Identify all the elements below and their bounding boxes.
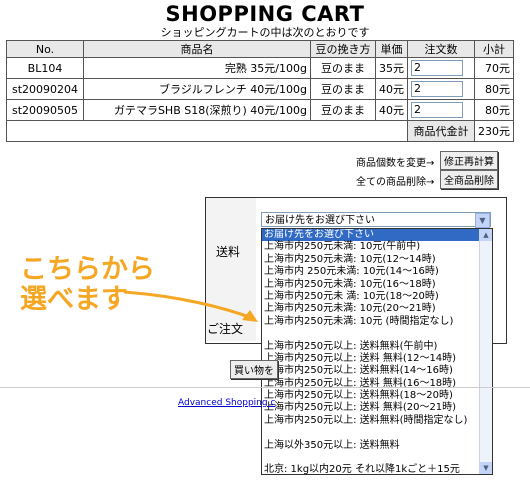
row-name: ブラジルフレンチ 40元/100g <box>83 78 311 100</box>
option-item[interactable]: 上海市内250元未満: 10元 (時間指定なし) <box>262 316 492 328</box>
option-item[interactable]: 上海市内250元以上: 送料無料(午前中) <box>262 341 492 353</box>
col-header-grind: 豆の挽き方 <box>310 40 376 58</box>
row-no: BL104 <box>6 57 84 79</box>
option-item[interactable]: 北京: 1kg以内20元 それ以降1kごと＋15元 <box>262 464 492 474</box>
row-qty-cell <box>407 78 475 100</box>
total-label: 商品代金計 <box>407 120 475 142</box>
row-subtotal: 80元 <box>474 99 514 121</box>
qty-input[interactable] <box>411 102 463 118</box>
option-item[interactable]: 上海市内250元未満: 10元(20〜21時) <box>262 303 492 315</box>
row-name: ガテマラSHB S18(深煎り) 40元/100g <box>83 99 311 121</box>
row-qty-cell <box>407 99 475 121</box>
row-no: st20090204 <box>6 78 84 100</box>
table-row: BL104 完熟 35元/100g 豆のまま 35元 70元 <box>6 57 514 79</box>
change-qty-label: 商品個数を変更→ <box>356 158 435 169</box>
cart-table: No. 商品名 豆の挽き方 単価 注文数 小計 BL104 完熟 35元/100… <box>6 40 514 142</box>
scroll-up-icon[interactable]: ▲ <box>480 229 492 241</box>
row-grind: 豆のまま <box>310 99 376 121</box>
option-item[interactable] <box>262 452 492 464</box>
option-item[interactable]: 上海市内250元以上: 送料無料(18〜20時) <box>262 390 492 402</box>
delete-all-button[interactable]: 全商品削除 <box>440 170 498 189</box>
option-item[interactable]: 上海市内250元以上: 送料 無料(20〜21時) <box>262 402 492 414</box>
option-item[interactable]: 上海以外350元以上: 送料無料 <box>262 440 492 452</box>
shipping-options-list[interactable]: お届け先をお選び下さい 上海市内250元未満: 10元(午前中) 上海市内250… <box>261 228 493 475</box>
table-row: st20090204 ブラジルフレンチ 40元/100g 豆のまま 40元 80… <box>6 78 514 100</box>
row-price: 40元 <box>375 99 408 121</box>
row-price: 40元 <box>375 78 408 100</box>
chevron-down-icon[interactable]: ▼ <box>475 213 490 228</box>
cart-header-row: No. 商品名 豆の挽き方 単価 注文数 小計 <box>6 40 514 58</box>
delete-all-label: 全ての商品削除→ <box>356 177 435 188</box>
callout-arrow-icon <box>123 290 258 322</box>
table-row: st20090505 ガテマラSHB S18(深煎り) 40元/100g 豆のま… <box>6 99 514 121</box>
divider <box>0 387 530 388</box>
option-item[interactable]: 上海市内250元以上: 送料無料(14〜16時) <box>262 365 492 377</box>
row-name: 完熟 35元/100g <box>83 57 311 79</box>
row-qty-cell <box>407 57 475 79</box>
row-price: 35元 <box>375 57 408 79</box>
qty-input[interactable] <box>411 60 463 76</box>
option-item[interactable] <box>262 328 492 340</box>
col-header-price: 単価 <box>375 40 408 58</box>
footer-link[interactable]: Advanced Shopping c <box>178 398 275 408</box>
scrollbar[interactable]: ▲ ▼ <box>479 229 492 474</box>
row-subtotal: 80元 <box>474 78 514 100</box>
row-grind: 豆のまま <box>310 78 376 100</box>
scroll-down-icon[interactable]: ▼ <box>480 462 492 474</box>
col-header-no: No. <box>6 40 84 58</box>
option-item[interactable] <box>262 427 492 439</box>
shipping-select-value: お届け先をお選び下さい <box>265 215 375 226</box>
option-item[interactable]: 上海市内 250元未満: 10元(14〜16時) <box>262 266 492 278</box>
option-item[interactable]: 上海市内250元未満: 10元(12〜14時) <box>262 254 492 266</box>
option-item[interactable]: 上海市内250元未 満: 10元(18〜20時) <box>262 291 492 303</box>
qty-input[interactable] <box>411 81 463 97</box>
continue-shopping-button[interactable]: 買い物を <box>230 360 278 379</box>
total-value: 230元 <box>474 120 514 142</box>
option-item[interactable]: 上海市内250元以上: 送料 無料(12〜14時) <box>262 353 492 365</box>
option-item[interactable]: お届け先をお選び下さい <box>262 229 492 242</box>
page-subtitle: ショッピングカートの中は次のとおりです <box>160 26 370 39</box>
total-spacer <box>6 120 408 142</box>
col-header-qty: 注文数 <box>407 40 475 58</box>
option-item[interactable]: 上海市内250元以上: 送料無料(時間指定なし) <box>262 415 492 427</box>
shipping-label: 送料 <box>216 245 241 259</box>
col-header-name: 商品名 <box>83 40 311 58</box>
row-subtotal: 70元 <box>474 57 514 79</box>
row-grind: 豆のまま <box>310 57 376 79</box>
total-row: 商品代金計 230元 <box>6 120 514 142</box>
row-no: st20090505 <box>6 99 84 121</box>
recalc-button[interactable]: 修正再計算 <box>440 151 498 170</box>
option-item[interactable]: 上海市内250元以上: 送料 無料(16〜18時) <box>262 378 492 390</box>
option-item[interactable]: 上海市内250元未満: 10元(午前中) <box>262 241 492 253</box>
option-item[interactable]: 上海市内250元未満: 10元(16〜18時) <box>262 279 492 291</box>
page-title: SHOPPING CART <box>165 2 365 26</box>
shipping-select[interactable]: お届け先をお選び下さい ▼ <box>261 212 491 228</box>
col-header-subtotal: 小計 <box>474 40 514 58</box>
